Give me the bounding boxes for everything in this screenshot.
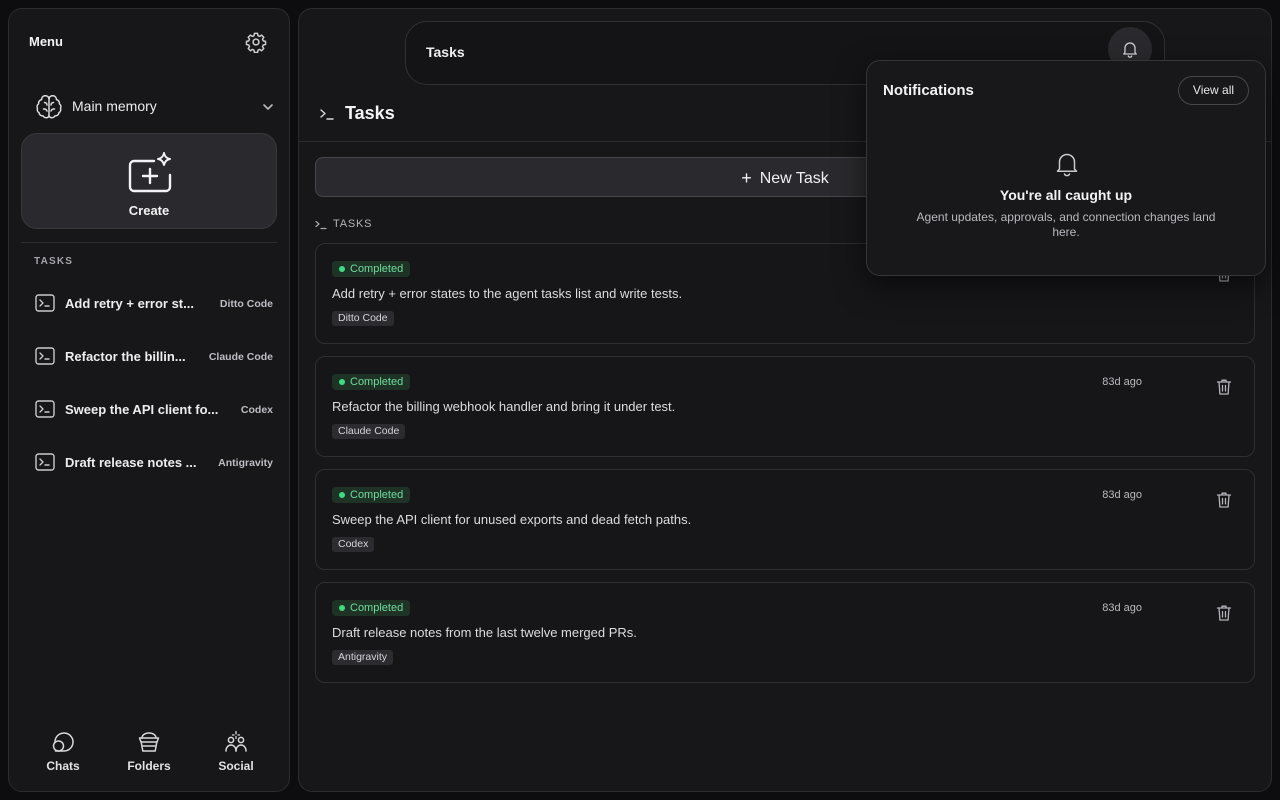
chevron-down-icon [261,100,275,114]
agent-tag: Claude Code [332,424,406,439]
terminal-icon [35,400,55,418]
tasks-section-label: TASKS [333,218,373,230]
bell-icon [1055,151,1079,177]
sidebar-task-item[interactable]: Draft release notes ... Antigravity [33,450,273,476]
nav-folders[interactable]: Folders [114,729,184,779]
trash-icon[interactable] [1216,604,1232,622]
agent-tag: Antigravity [332,650,394,665]
task-time: 83d ago [1102,376,1142,388]
add-sparkle-icon [126,151,174,195]
status-badge: Completed [332,600,411,616]
bell-icon [1123,42,1137,58]
task-time: 83d ago [1102,602,1142,614]
agent-tag: Ditto Code [332,311,394,326]
sidebar-header: Menu [29,31,269,53]
terminal-icon [35,347,55,365]
nav-social[interactable]: Social [201,729,271,779]
create-button[interactable]: Create [21,133,277,229]
sidebar-task-title: Draft release notes ... [65,455,197,470]
sidebar-task-title: Refactor the billin... [65,349,186,364]
bottom-nav: Chats Folders Social [9,729,289,781]
sidebar: Menu Main memory Create TASKS Add retry … [8,8,290,792]
chat-bubble-icon [50,729,76,755]
basket-icon [136,729,162,755]
status-badge: Completed [332,374,411,390]
new-task-label: New Task [759,170,829,187]
prompt-icon [319,107,335,121]
nav-social-label: Social [218,759,254,773]
task-description: Refactor the billing webhook handler and… [332,399,676,414]
memory-label: Main memory [72,98,157,114]
task-description: Sweep the API client for unused exports … [332,512,692,527]
sidebar-title: Menu [29,34,63,49]
agent-tag: Codex [332,537,375,552]
create-label: Create [128,203,170,218]
sidebar-task-agent: Antigravity [218,457,273,469]
empty-state-body: Agent updates, approvals, and connection… [916,210,1216,239]
view-all-button[interactable]: View all [1178,76,1249,105]
people-sparkle-icon [223,729,249,755]
prompt-icon [315,220,327,230]
sidebar-task-title: Sweep the API client fo... [65,402,219,417]
task-card[interactable]: Completed 83d ago Draft release notes fr… [315,582,1255,683]
task-description: Draft release notes from the last twelve… [332,625,637,640]
sidebar-divider [21,242,277,243]
sidebar-task-agent: Claude Code [208,351,273,363]
terminal-icon [35,294,55,312]
trash-icon[interactable] [1216,491,1232,509]
nav-chats-label: Chats [46,759,80,773]
empty-state-title: You're all caught up [999,187,1133,203]
nav-chats[interactable]: Chats [28,729,98,779]
sidebar-task-item[interactable]: Sweep the API client fo... Codex [33,397,273,423]
task-card[interactable]: Completed 83d ago Refactor the billing w… [315,356,1255,457]
brain-icon [35,92,63,120]
notifications-popover: Notifications View all You're all caught… [866,60,1266,276]
notifications-title: Notifications [883,82,974,99]
sidebar-task-item[interactable]: Refactor the billin... Claude Code [33,344,273,370]
nav-folders-label: Folders [127,759,171,773]
sidebar-task-title: Add retry + error st... [65,296,194,311]
terminal-icon [35,453,55,471]
page-title: Tasks [345,103,395,123]
sidebar-task-agent: Ditto Code [219,298,273,310]
sidebar-task-agent: Codex [240,404,273,416]
task-time: 83d ago [1102,489,1142,501]
memory-selector[interactable]: Main memory [33,89,281,123]
task-description: Add retry + error states to the agent ta… [332,286,683,301]
trash-icon[interactable] [1216,378,1232,396]
status-badge: Completed [332,487,411,503]
status-badge: Completed [332,261,411,277]
topbar-title: Tasks [426,44,465,60]
settings-gear-icon[interactable] [245,31,267,53]
plus-icon: + [741,168,752,188]
sidebar-task-item[interactable]: Add retry + error st... Ditto Code [33,291,273,317]
sidebar-section-label: TASKS [34,256,74,267]
task-card[interactable]: Completed 83d ago Sweep the API client f… [315,469,1255,570]
